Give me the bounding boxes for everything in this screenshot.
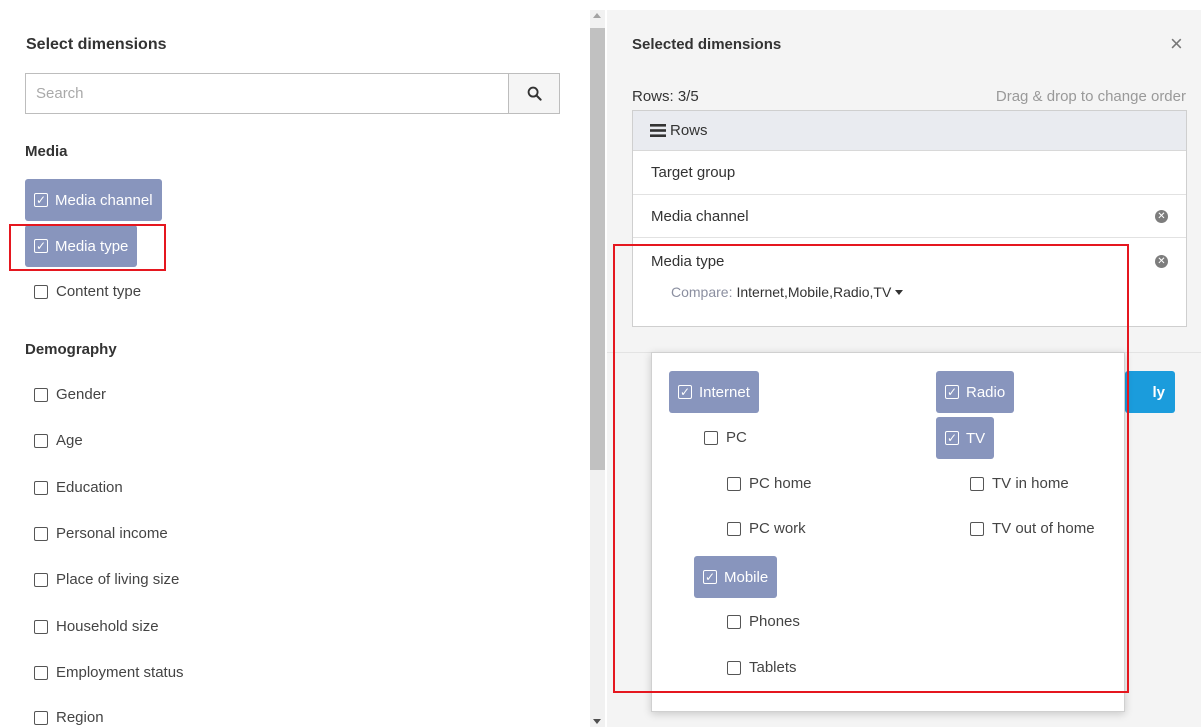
- checkbox-icon: [34, 526, 48, 541]
- option-label: TV: [966, 429, 986, 447]
- dimension-chip-media-type[interactable]: ✓ Media type: [25, 225, 138, 267]
- option-label: TV in home: [992, 475, 1069, 492]
- dimension-option-region[interactable]: Region: [34, 709, 104, 726]
- dimension-chip-media-channel[interactable]: ✓ Media channel: [25, 179, 162, 221]
- checkbox-icon: [34, 387, 48, 402]
- rows-list: Rows Target group Media channel ✕ Media …: [632, 110, 1187, 327]
- checkbox-icon: [727, 614, 741, 629]
- compare-selector[interactable]: Compare: Internet,Mobile,Radio,TV: [633, 284, 1186, 300]
- checkbox-icon: [34, 433, 48, 448]
- dimension-option-age[interactable]: Age: [34, 432, 83, 449]
- checkbox-icon: [970, 476, 984, 491]
- row-item-media-type[interactable]: Media type ✕: [633, 238, 1186, 284]
- chip-label: Media type: [55, 237, 129, 255]
- apply-button[interactable]: ly: [1125, 371, 1175, 413]
- row-item-media-channel[interactable]: Media channel ✕: [633, 195, 1186, 238]
- close-icon[interactable]: ×: [1170, 33, 1183, 55]
- compare-option-tv-out-of-home[interactable]: TV out of home: [970, 520, 1095, 537]
- option-label: Region: [56, 709, 104, 726]
- section-title-demography: Demography: [25, 341, 117, 358]
- compare-option-tv[interactable]: ✓ TV: [936, 417, 995, 459]
- row-label: Media type: [651, 252, 725, 270]
- scrollbar-thumb[interactable]: [590, 28, 605, 470]
- rows-header-label: Rows: [670, 122, 708, 139]
- option-label: TV out of home: [992, 520, 1095, 537]
- scroll-down-arrow-icon[interactable]: [593, 719, 601, 724]
- apply-button-label: ly: [1152, 383, 1165, 401]
- checkbox-icon: [34, 572, 48, 587]
- search-button[interactable]: [508, 74, 559, 113]
- checkbox-icon: [704, 430, 718, 445]
- drag-hint: Drag & drop to change order: [995, 88, 1186, 105]
- scroll-up-arrow-icon[interactable]: [593, 13, 601, 18]
- row-label: Target group: [651, 164, 736, 181]
- checkbox-icon: [727, 660, 741, 675]
- checkbox-checked-icon: ✓: [678, 385, 692, 399]
- checkbox-icon: [34, 665, 48, 680]
- checkbox-checked-icon: ✓: [945, 431, 959, 445]
- rows-count: Rows: 3/5: [632, 88, 699, 105]
- compare-option-tablets[interactable]: Tablets: [727, 659, 797, 676]
- option-label: Employment status: [56, 664, 184, 681]
- compare-option-pc-work[interactable]: PC work: [727, 520, 806, 537]
- option-label: Internet: [699, 383, 750, 401]
- compare-option-phones[interactable]: Phones: [727, 613, 800, 630]
- option-label: PC home: [749, 475, 812, 492]
- dimension-option-household-size[interactable]: Household size: [34, 618, 159, 635]
- option-label: Mobile: [724, 568, 769, 586]
- checkbox-icon: [34, 710, 48, 725]
- option-label: Content type: [56, 283, 142, 300]
- option-label: PC: [726, 429, 747, 446]
- option-label: Place of living size: [56, 571, 180, 588]
- search-input[interactable]: [26, 74, 508, 113]
- section-title-media: Media: [25, 143, 68, 160]
- option-label: PC work: [749, 520, 806, 537]
- compare-option-radio[interactable]: ✓ Radio: [936, 371, 1015, 413]
- compare-label: Compare:: [671, 284, 733, 300]
- option-label: Gender: [56, 386, 107, 403]
- dimension-option-gender[interactable]: Gender: [34, 386, 106, 403]
- hamburger-icon: [650, 124, 666, 137]
- option-label: Radio: [966, 383, 1006, 401]
- select-dimensions-title: Select dimensions: [26, 36, 167, 53]
- option-label: Personal income: [56, 525, 168, 542]
- compare-option-mobile[interactable]: ✓ Mobile: [694, 556, 778, 598]
- selected-dimensions-title: Selected dimensions: [632, 36, 782, 53]
- dimension-option-place-of-living-size[interactable]: Place of living size: [34, 571, 179, 588]
- checkbox-icon: [727, 476, 741, 491]
- checkbox-icon: [727, 521, 741, 536]
- checkbox-icon: [34, 480, 48, 495]
- dimension-option-employment-status[interactable]: Employment status: [34, 664, 184, 681]
- compare-option-tv-in-home[interactable]: TV in home: [970, 475, 1069, 492]
- row-item-target-group[interactable]: Target group: [633, 151, 1186, 195]
- compare-value: Internet,Mobile,Radio,TV: [736, 284, 892, 300]
- checkbox-icon: [970, 521, 984, 536]
- option-label: Household size: [56, 618, 159, 635]
- rows-header: Rows: [633, 111, 1186, 151]
- option-label: Education: [56, 479, 123, 496]
- checkbox-icon: [34, 284, 48, 299]
- checkbox-icon: [34, 619, 48, 634]
- row-label: Media channel: [651, 207, 749, 225]
- dimension-option-personal-income[interactable]: Personal income: [34, 525, 168, 542]
- dimension-option-content-type[interactable]: Content type: [34, 283, 141, 300]
- remove-circle-icon[interactable]: ✕: [1155, 209, 1168, 223]
- checkbox-checked-icon: ✓: [945, 385, 959, 399]
- compare-option-pc[interactable]: PC: [704, 429, 747, 446]
- chip-label: Media channel: [55, 191, 153, 209]
- dimension-option-education[interactable]: Education: [34, 479, 123, 496]
- remove-circle-icon[interactable]: ✕: [1155, 254, 1168, 268]
- compare-option-pc-home[interactable]: PC home: [727, 475, 812, 492]
- checkbox-checked-icon: ✓: [703, 570, 717, 584]
- compare-option-internet[interactable]: ✓ Internet: [669, 371, 759, 413]
- search-box: [25, 73, 560, 114]
- checkbox-checked-icon: ✓: [34, 193, 48, 207]
- checkbox-checked-icon: ✓: [34, 239, 48, 253]
- search-icon: [527, 86, 542, 101]
- option-label: Phones: [749, 613, 800, 630]
- caret-down-icon: [895, 289, 904, 295]
- option-label: Tablets: [749, 659, 797, 676]
- option-label: Age: [56, 432, 83, 449]
